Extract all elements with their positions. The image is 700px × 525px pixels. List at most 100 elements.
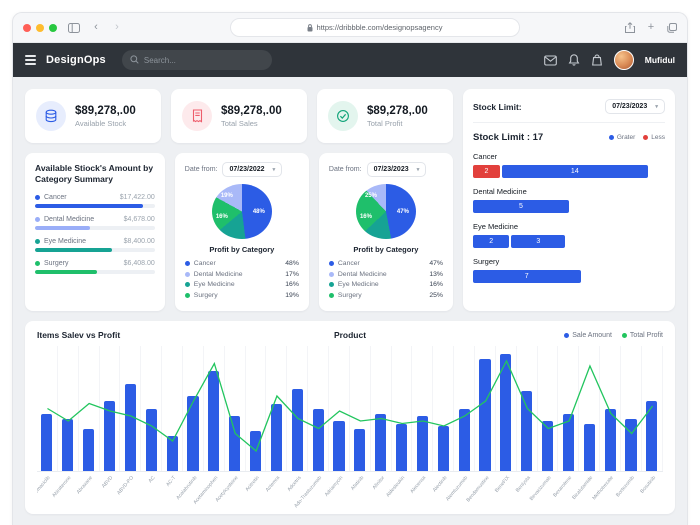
stat-card-available-stock: $89,278,.00 Available Stock (25, 89, 161, 143)
bar[interactable] (642, 346, 663, 471)
summary-item: Cancer $17,422.00 (35, 194, 155, 208)
bar[interactable] (58, 346, 79, 471)
sales-profit-chart-card: Items Salev vs Profit Product Sale Amoun… (25, 321, 675, 514)
pie-legend-item: Cancer 48% (184, 260, 299, 267)
stock-limit-row: Eye Medicine 2 3 (473, 222, 665, 248)
bar[interactable] (517, 346, 538, 471)
bar[interactable] (600, 346, 622, 471)
stock-bar: 2 (473, 235, 510, 248)
stat-value: $89,278,.00 (75, 104, 136, 117)
legend-less: Less (643, 134, 665, 141)
legend-sale-amount: Sale Amount (564, 332, 612, 339)
bar[interactable] (308, 346, 330, 471)
stat-value: $89,278,.00 (367, 104, 428, 117)
avatar[interactable] (613, 50, 634, 70)
stat-card-total-sales: $89,278,.00 Total Sales (171, 89, 307, 143)
bar[interactable] (496, 346, 517, 471)
bar[interactable] (79, 346, 100, 471)
x-axis-label: Abraxane (75, 475, 94, 496)
pie-legend-item: Cancer 47% (328, 260, 443, 267)
stat-value: $89,278,.00 (221, 104, 282, 117)
bar[interactable] (412, 346, 434, 471)
chevron-down-icon: ▾ (416, 166, 420, 173)
total-profit-dot (621, 332, 627, 338)
bar[interactable] (558, 346, 580, 471)
new-tab-button[interactable]: + (644, 22, 658, 33)
legend-label: Grater (616, 134, 636, 141)
sidebar-toggle-icon[interactable] (68, 22, 82, 33)
minimize-window-button[interactable] (36, 23, 44, 32)
x-axis-label: AC (147, 475, 157, 485)
legend-total-profit: Total Profit (621, 331, 663, 339)
zoom-window-button[interactable] (49, 23, 57, 32)
bar[interactable] (246, 346, 267, 471)
search-box[interactable] (121, 50, 272, 70)
category-summary-card: Available Stiock's Amount by Category Su… (25, 153, 165, 311)
stock-limit-rows: Cancer 2 14 Dental Medicine 5 Eye Medicine 2 3 S… (473, 152, 665, 292)
profit-pie-chart: 48% 19% 16% (211, 184, 272, 239)
address-bar[interactable]: https://dribbble.com/designopsagency (229, 18, 520, 37)
profit-badge-icon (328, 101, 358, 131)
stock-limit-date-select[interactable]: 07/23/2023 ▾ (605, 99, 665, 114)
forward-button[interactable]: › (110, 22, 124, 33)
close-window-button[interactable] (23, 23, 31, 32)
legend-greater: Grater (608, 134, 636, 141)
dashboard-content: $89,278,.00 Available Stock $89,278,.00 … (13, 77, 687, 525)
stock-limit-row: Surgery 7 (473, 257, 665, 283)
mail-icon[interactable] (543, 54, 557, 66)
legend-label: Less (651, 134, 665, 141)
search-input[interactable] (143, 55, 264, 65)
date-select-2023[interactable]: 07/23/2023 ▾ (366, 162, 427, 177)
bar[interactable] (371, 346, 392, 471)
pie-slice-label: 19% (220, 192, 233, 199)
bar[interactable] (475, 346, 496, 471)
bar[interactable] (287, 346, 309, 471)
back-button[interactable]: ‹ (89, 22, 103, 33)
pie-slice-label: 25% (364, 192, 377, 199)
pie-title: Profit by Category (353, 245, 419, 254)
pie-legend-item: Surgery 25% (328, 292, 443, 299)
stock-bar: 5 (473, 200, 569, 213)
stock-bar: 7 (473, 270, 581, 283)
bar[interactable] (141, 346, 163, 471)
x-axis-label: Acitretin (244, 475, 261, 493)
date-from-label: Date from: (184, 166, 218, 173)
stock-limit-panel: Stock Limit: 07/23/2023 ▾ Stock Limit : … (463, 89, 675, 311)
date-select-2022[interactable]: 07/23/2022 ▾ (222, 162, 283, 177)
bar[interactable] (454, 346, 476, 471)
bar[interactable] (266, 346, 288, 471)
bar[interactable] (162, 346, 184, 471)
stock-limit-legend: Grater Less (608, 134, 665, 141)
bar[interactable] (37, 346, 58, 471)
share-icon[interactable] (625, 22, 635, 33)
menu-icon[interactable] (25, 55, 36, 65)
bar[interactable] (350, 346, 371, 471)
legend-label: Total Profit (629, 331, 663, 339)
bar[interactable] (183, 346, 204, 471)
bar[interactable] (621, 346, 642, 471)
x-axis-label: BeneFIX (493, 475, 511, 494)
search-icon (130, 51, 139, 69)
bar[interactable] (329, 346, 350, 471)
bar[interactable] (225, 346, 246, 471)
bell-icon[interactable] (568, 54, 580, 66)
bar[interactable] (392, 346, 413, 471)
stock-icon (36, 101, 66, 131)
x-axis-label: Bendamustine (464, 475, 491, 504)
bag-icon[interactable] (591, 54, 603, 66)
bar[interactable] (579, 346, 601, 471)
bar[interactable] (120, 346, 142, 471)
tabs-overview-icon[interactable] (667, 22, 677, 33)
bar[interactable] (433, 346, 455, 471)
summary-title: Available Stiock's Amount by Category Su… (35, 163, 154, 185)
stock-bar: 14 (501, 165, 648, 178)
summary-item: Surgery $6,408.00 (35, 260, 155, 274)
browser-chrome: ‹ › https://dribbble.com/designopsagency… (13, 13, 687, 43)
chevron-down-icon: ▾ (655, 103, 658, 110)
bar[interactable] (538, 346, 559, 471)
stats-row: $89,278,.00 Available Stock $89,278,.00 … (25, 89, 453, 143)
url-text: https://dribbble.com/designopsagency (316, 23, 443, 32)
bar[interactable] (100, 346, 121, 471)
x-axis-label: Actemra (264, 475, 282, 494)
bar[interactable] (204, 346, 225, 471)
